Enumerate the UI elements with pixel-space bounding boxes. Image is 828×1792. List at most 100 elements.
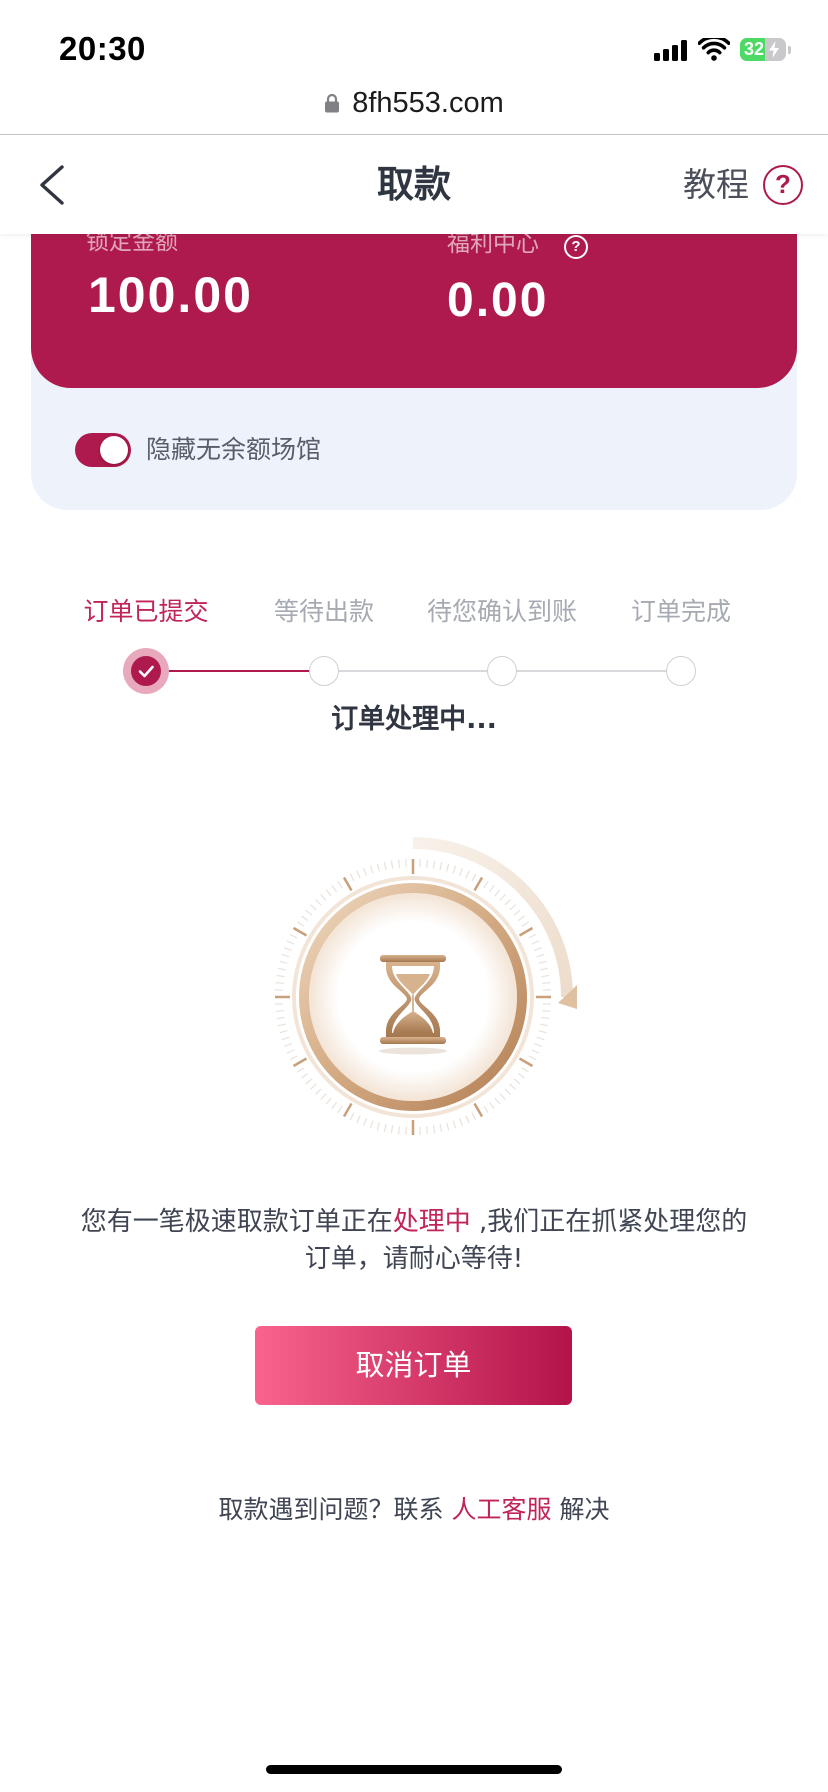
locked-amount-label: 锁定金额: [86, 234, 178, 255]
dial-minor-tick: [296, 1067, 305, 1073]
step-label-awaiting-payout: 等待出款: [273, 597, 374, 626]
dial-minor-tick: [301, 1072, 309, 1079]
dial-minor-tick: [279, 1030, 288, 1034]
battery-level-text: 32: [744, 39, 765, 59]
dial-minor-tick: [301, 915, 309, 922]
dial-minor-tick: [325, 889, 332, 897]
processing-illustration: [275, 837, 577, 1135]
dial-minor-tick: [509, 1083, 516, 1090]
dial-minor-tick: [542, 981, 551, 985]
dial-minor-tick: [397, 1126, 401, 1135]
step-node-awaiting-payout: [301, 648, 347, 694]
dial-minor-tick: [494, 1097, 501, 1105]
lock-icon: [325, 93, 340, 113]
dial-minor-tick: [314, 1088, 322, 1096]
dial-minor-tick: [276, 1016, 285, 1020]
dial-minor-tick: [376, 1122, 380, 1131]
dial-minor-tick: [277, 967, 286, 971]
dial-minor-tick: [488, 885, 495, 893]
dial-major-tick: [292, 926, 308, 937]
dial-minor-tick: [465, 1115, 470, 1124]
dial-minor-tick: [541, 974, 550, 978]
step-label-submitted: 订单已提交: [83, 597, 209, 626]
dial-minor-tick: [483, 880, 489, 889]
address-bar[interactable]: 8fh553.com: [0, 83, 828, 123]
dial-minor-tick: [305, 1078, 313, 1085]
dial-minor-tick: [534, 946, 543, 951]
dial-minor-tick: [459, 867, 464, 876]
dial-minor-tick: [275, 981, 284, 985]
dial-minor-tick: [517, 915, 525, 922]
dial-minor-tick: [397, 859, 401, 868]
support-help-line: 取款遇到问题？联系 人工客服 解决: [0, 1496, 828, 1524]
step-label-completed: 订单完成: [630, 597, 731, 626]
dial-minor-tick: [369, 1120, 374, 1129]
dial-minor-tick: [276, 974, 285, 978]
charging-bolt-icon: [769, 41, 779, 58]
dial-minor-tick: [536, 953, 545, 958]
locked-amount-value: 100.00: [88, 267, 253, 323]
url-domain: 8fh553.com: [352, 87, 504, 119]
dial-minor-tick: [542, 1009, 551, 1013]
dial-minor-tick: [540, 967, 549, 971]
dial-minor-tick: [488, 1101, 495, 1109]
order-status-title: 订单处理中...: [331, 704, 497, 735]
step-label-confirm-receipt: 待您确认到账: [426, 597, 577, 626]
dial-major-tick: [518, 1057, 534, 1068]
dial-minor-tick: [296, 921, 305, 927]
dial-minor-tick: [286, 940, 295, 945]
message-text: ,我们正在抓紧处理您的: [470, 1207, 748, 1237]
dial-minor-tick: [483, 1105, 489, 1114]
dial-minor-tick: [337, 880, 343, 889]
dial-minor-tick: [471, 1112, 477, 1121]
message-text: 您有一笔极速取款订单正在: [80, 1207, 393, 1237]
welfare-help-icon[interactable]: ?: [564, 235, 588, 259]
hide-empty-venues-toggle[interactable]: [75, 433, 131, 467]
question-circle-icon[interactable]: ?: [763, 165, 803, 205]
dial-minor-tick: [362, 867, 367, 876]
dial-minor-tick: [536, 1036, 545, 1041]
customer-service-link[interactable]: 人工客服: [451, 1495, 551, 1524]
step-dot: [309, 656, 339, 686]
wifi-icon: [698, 38, 730, 61]
step-track-progress: [146, 670, 324, 672]
tutorial-button[interactable]: 教程 ?: [683, 164, 803, 206]
dial-minor-tick: [325, 1097, 332, 1105]
dial-minor-tick: [356, 1115, 361, 1124]
dial-minor-tick: [425, 859, 429, 868]
dial-minor-tick: [513, 909, 521, 916]
dial-major-tick: [518, 926, 534, 937]
message-text: 订单，请耐心等待!: [304, 1244, 524, 1274]
home-indicator[interactable]: [266, 1765, 562, 1774]
cancel-order-button[interactable]: 取消订单: [255, 1326, 572, 1405]
dial-minor-tick: [281, 1036, 290, 1041]
dial-minor-tick: [509, 904, 516, 911]
step-node-submitted: [123, 648, 169, 694]
dial-major-tick: [342, 1102, 353, 1118]
dial-minor-tick: [356, 870, 361, 879]
step-dot: [131, 656, 161, 686]
dial-minor-tick: [452, 1120, 457, 1129]
dial-minor-tick: [425, 1126, 429, 1135]
dial-minor-tick: [504, 898, 512, 906]
dial-minor-tick: [376, 863, 380, 872]
support-help-text: 取款遇到问题？联系: [218, 1495, 452, 1524]
dial-minor-tick: [305, 909, 313, 916]
dial-minor-tick: [540, 1023, 549, 1027]
dial-minor-tick: [310, 1083, 317, 1090]
dial-minor-tick: [286, 1049, 295, 1054]
dial-minor-tick: [499, 894, 506, 901]
step-node-completed: [658, 648, 704, 694]
dial-minor-tick: [383, 861, 387, 870]
dial-minor-tick: [349, 873, 355, 882]
dial-minor-tick: [310, 904, 317, 911]
dial-minor-tick: [538, 960, 547, 964]
dial-minor-tick: [446, 863, 450, 872]
dial-minor-tick: [513, 1078, 521, 1085]
step-dot: [666, 656, 696, 686]
dial-minor-tick: [390, 860, 394, 869]
status-bar: 20:30 32: [0, 0, 828, 80]
dial-minor-tick: [289, 1055, 298, 1061]
dial-minor-tick: [320, 894, 327, 901]
dial-minor-tick: [283, 946, 292, 951]
